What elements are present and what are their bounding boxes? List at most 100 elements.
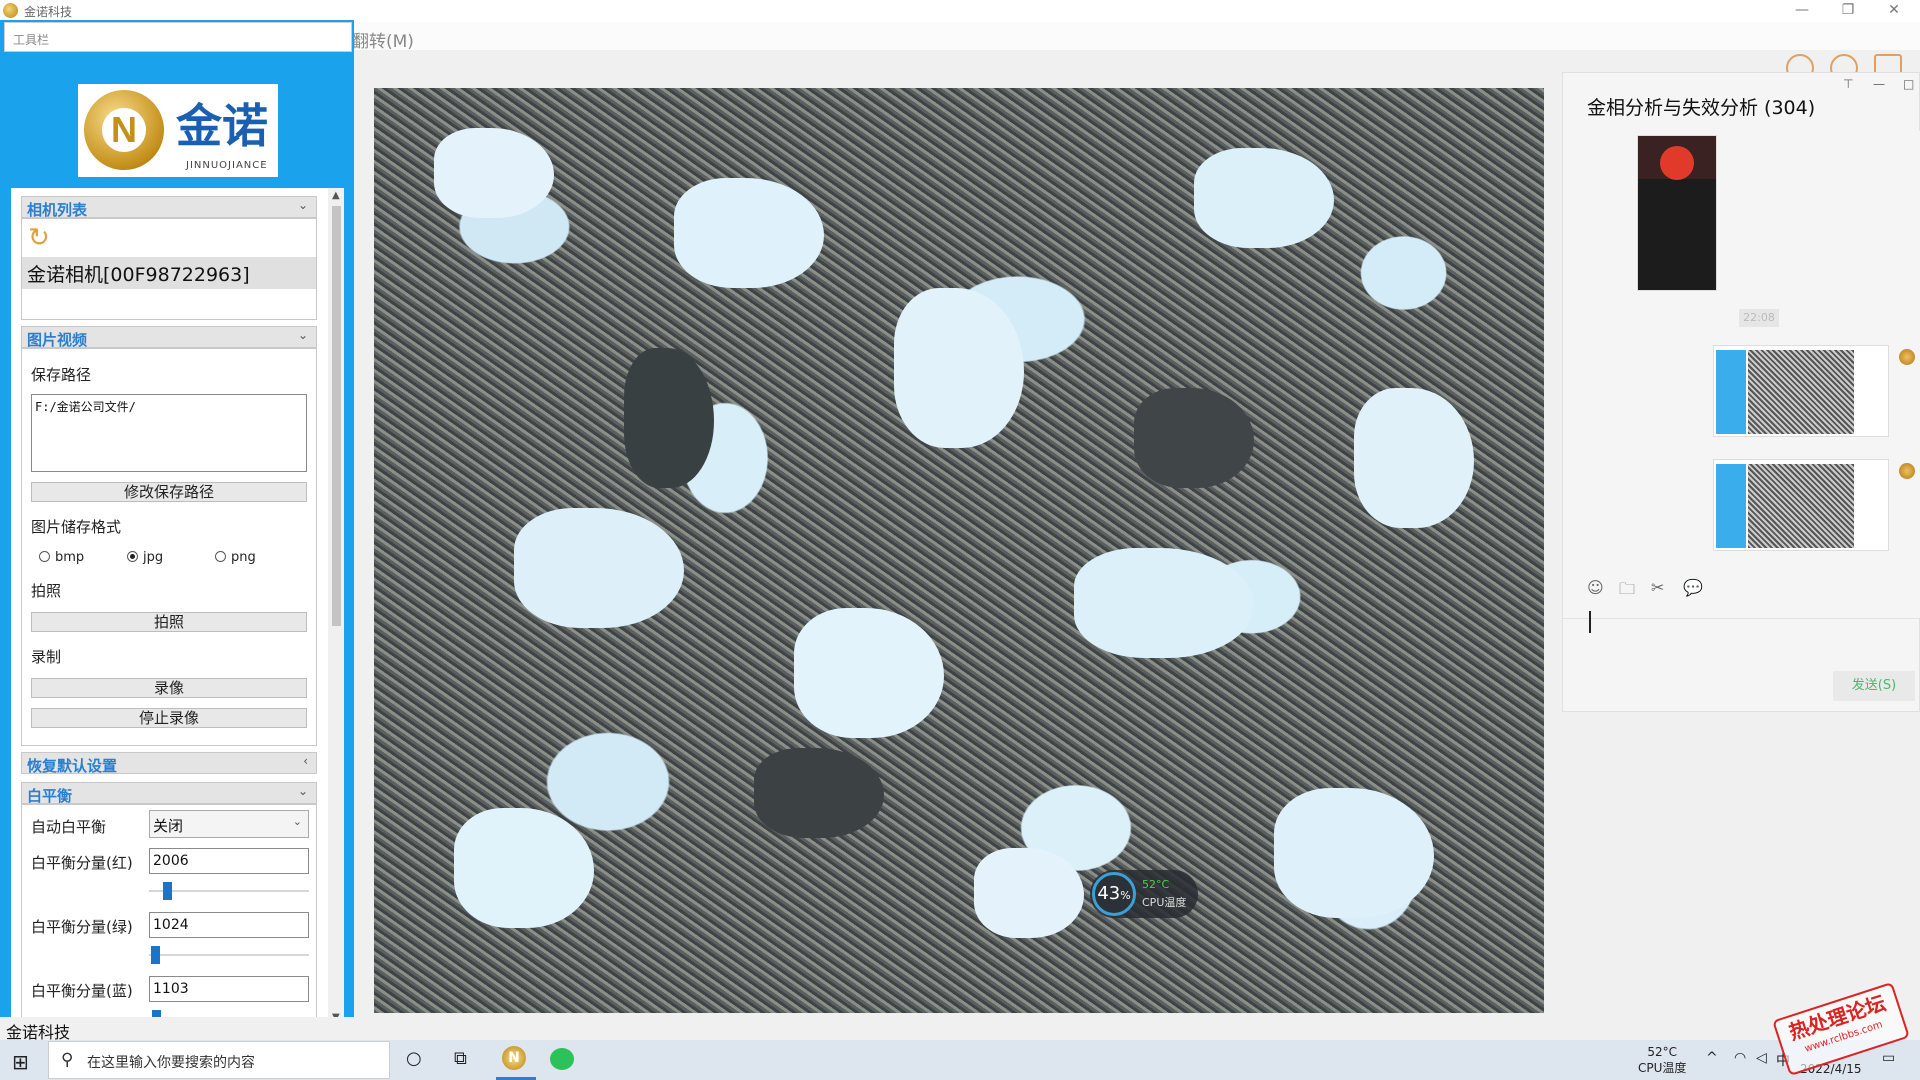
chevron-left-icon: ‹ (303, 754, 308, 768)
save-path-field[interactable]: F:/金诺公司文件/ (31, 394, 307, 472)
app-logo-icon (3, 3, 18, 18)
scroll-up-icon[interactable]: ▲ (332, 190, 340, 201)
cpu-temp-value: 52°C (1142, 878, 1170, 891)
wb-red-slider-track[interactable] (149, 890, 309, 892)
tool-panel-title: 工具栏 (13, 33, 50, 47)
windows-start-icon[interactable]: ⊞ (12, 1050, 29, 1074)
scrollbar-thumb[interactable] (332, 206, 341, 626)
taskbar-search-input[interactable]: ⚲ 在这里输入你要搜索的内容 (48, 1041, 390, 1079)
section-white-balance[interactable]: 白平衡 ⌄ (21, 782, 317, 805)
format-radio-png-label: png (231, 550, 256, 565)
tray-cpu-temp-label: CPU温度 (1638, 1061, 1687, 1075)
section-white-balance-label: 白平衡 (27, 787, 73, 805)
statusbar: 金诺科技 (0, 1017, 1920, 1042)
record-button[interactable]: 录像 (31, 678, 307, 698)
tray-cpu-temp[interactable]: 52°C CPU温度 (1638, 1044, 1686, 1076)
chevron-down-icon: ⌄ (297, 784, 308, 798)
chat-image-message[interactable] (1637, 135, 1717, 291)
refresh-icon[interactable]: ↻ (28, 223, 50, 253)
brand-subtitle: JINNUOJIANCE (186, 160, 268, 171)
section-picture-video-label: 图片视频 (27, 331, 88, 349)
chat-screenshot-message[interactable] (1713, 345, 1889, 437)
chat-timestamp: 22:08 (1739, 309, 1779, 327)
section-picture-video[interactable]: 图片视频 ⌄ (21, 326, 317, 349)
save-path-label: 保存路径 (31, 366, 92, 384)
cpu-usage-ring: 43% (1092, 872, 1136, 916)
micrograph-grain (514, 508, 684, 628)
wifi-icon[interactable]: ◠ (1734, 1050, 1746, 1066)
wb-red-input[interactable]: 2006 (149, 848, 309, 874)
wb-green-input[interactable]: 1024 (149, 912, 309, 938)
wb-green-slider-thumb[interactable] (151, 946, 160, 964)
notification-icon[interactable]: ▭ (1882, 1050, 1895, 1066)
chevron-down-icon: ⌄ (292, 815, 302, 828)
auto-wb-select[interactable]: 关闭 ⌄ (149, 810, 309, 838)
auto-wb-label: 自动白平衡 (31, 818, 107, 836)
chat-minimize-button[interactable]: — (1873, 77, 1885, 91)
pin-icon[interactable]: ⊤ (1843, 77, 1853, 91)
section-camera-list[interactable]: 相机列表 ⌄ (21, 196, 317, 219)
chat-message-list[interactable]: 22:08 (1563, 131, 1920, 619)
tray-cpu-temp-value: 52°C (1647, 1045, 1678, 1059)
chevron-down-icon: ⌄ (297, 198, 308, 212)
micrograph-grain (754, 748, 884, 838)
radio-selected-icon (127, 551, 138, 562)
image-format-label: 图片储存格式 (31, 518, 122, 536)
avatar[interactable] (1899, 463, 1915, 479)
cpu-usage-value: 43 (1097, 883, 1121, 904)
tray-expand-icon[interactable]: ^ (1706, 1050, 1718, 1066)
window-title: 金诺科技 (24, 5, 73, 19)
send-button[interactable]: 发送(S) (1833, 671, 1915, 701)
capture-button[interactable]: 拍照 (31, 612, 307, 632)
format-radio-jpg[interactable]: jpg (127, 550, 163, 565)
chat-maximize-button[interactable]: □ (1903, 77, 1914, 91)
menu-flip[interactable]: 翻转(M) (352, 27, 414, 52)
wechat-icon[interactable] (550, 1048, 574, 1070)
chat-window: ⊤ — □ 金相分析与失效分析 (304) 22:08 ☺ 🗀 ✂ 💬 发送(S… (1562, 72, 1920, 712)
emoji-icon[interactable]: ☺ (1587, 578, 1604, 597)
section-camera-list-label: 相机列表 (27, 201, 88, 219)
format-radio-jpg-label: jpg (143, 550, 164, 565)
micrograph-grain (624, 348, 714, 488)
jinnuo-app-icon[interactable]: N (502, 1046, 526, 1070)
camera-list-item[interactable]: 金诺相机[00F98722963] (22, 257, 316, 289)
record-label: 录制 (31, 648, 62, 666)
tool-panel-header[interactable]: 工具栏 (4, 22, 352, 52)
restore-button[interactable]: ❐ (1828, 0, 1868, 22)
micrograph-grain (454, 808, 594, 928)
avatar[interactable] (1899, 349, 1915, 365)
folder-icon[interactable]: 🗀 (1619, 578, 1635, 605)
cpu-monitor-widget[interactable]: 43% 52°C CPU温度 (1090, 870, 1198, 918)
chat-screenshot-message[interactable] (1713, 459, 1889, 551)
cortana-icon[interactable]: ○ (406, 1048, 422, 1069)
scissors-icon[interactable]: ✂ (1651, 578, 1664, 597)
micrograph-grain (1354, 388, 1474, 528)
panel-scrollbar[interactable]: ▲ ▼ (328, 188, 344, 1028)
chat-bubble-icon[interactable]: 💬 (1683, 578, 1703, 597)
micrograph-grain (434, 128, 554, 218)
task-view-icon[interactable]: ⧉ (454, 1048, 467, 1069)
wb-blue-input[interactable]: 1103 (149, 976, 309, 1002)
brand-logo: N 金诺 JINNUOJIANCE (78, 84, 278, 177)
wb-green-label: 白平衡分量(绿) (31, 918, 133, 936)
section-restore-defaults[interactable]: 恢复默认设置 ‹ (21, 752, 317, 775)
camera-image-view[interactable] (374, 88, 1544, 1013)
radio-icon (39, 551, 50, 562)
close-button[interactable]: ✕ (1874, 0, 1914, 22)
chevron-down-icon: ⌄ (297, 328, 308, 342)
wb-green-slider-track[interactable] (149, 954, 309, 956)
format-radio-bmp-label: bmp (55, 550, 85, 565)
capture-label: 拍照 (31, 582, 62, 600)
format-radio-bmp[interactable]: bmp (39, 550, 84, 565)
change-save-path-button[interactable]: 修改保存路径 (31, 482, 307, 502)
brand-ring-icon: N (84, 90, 164, 170)
screenshot-thumbnail-image (1748, 350, 1854, 434)
volume-icon[interactable]: ◁ (1756, 1050, 1767, 1066)
stop-record-button[interactable]: 停止录像 (31, 708, 307, 728)
wb-red-label: 白平衡分量(红) (31, 854, 133, 872)
format-radio-png[interactable]: png (215, 550, 256, 565)
screenshot-thumbnail-panel (1716, 350, 1746, 434)
brand-glyph: N (102, 108, 146, 152)
minimize-button[interactable]: — (1782, 0, 1822, 22)
wb-red-slider-thumb[interactable] (163, 882, 172, 900)
